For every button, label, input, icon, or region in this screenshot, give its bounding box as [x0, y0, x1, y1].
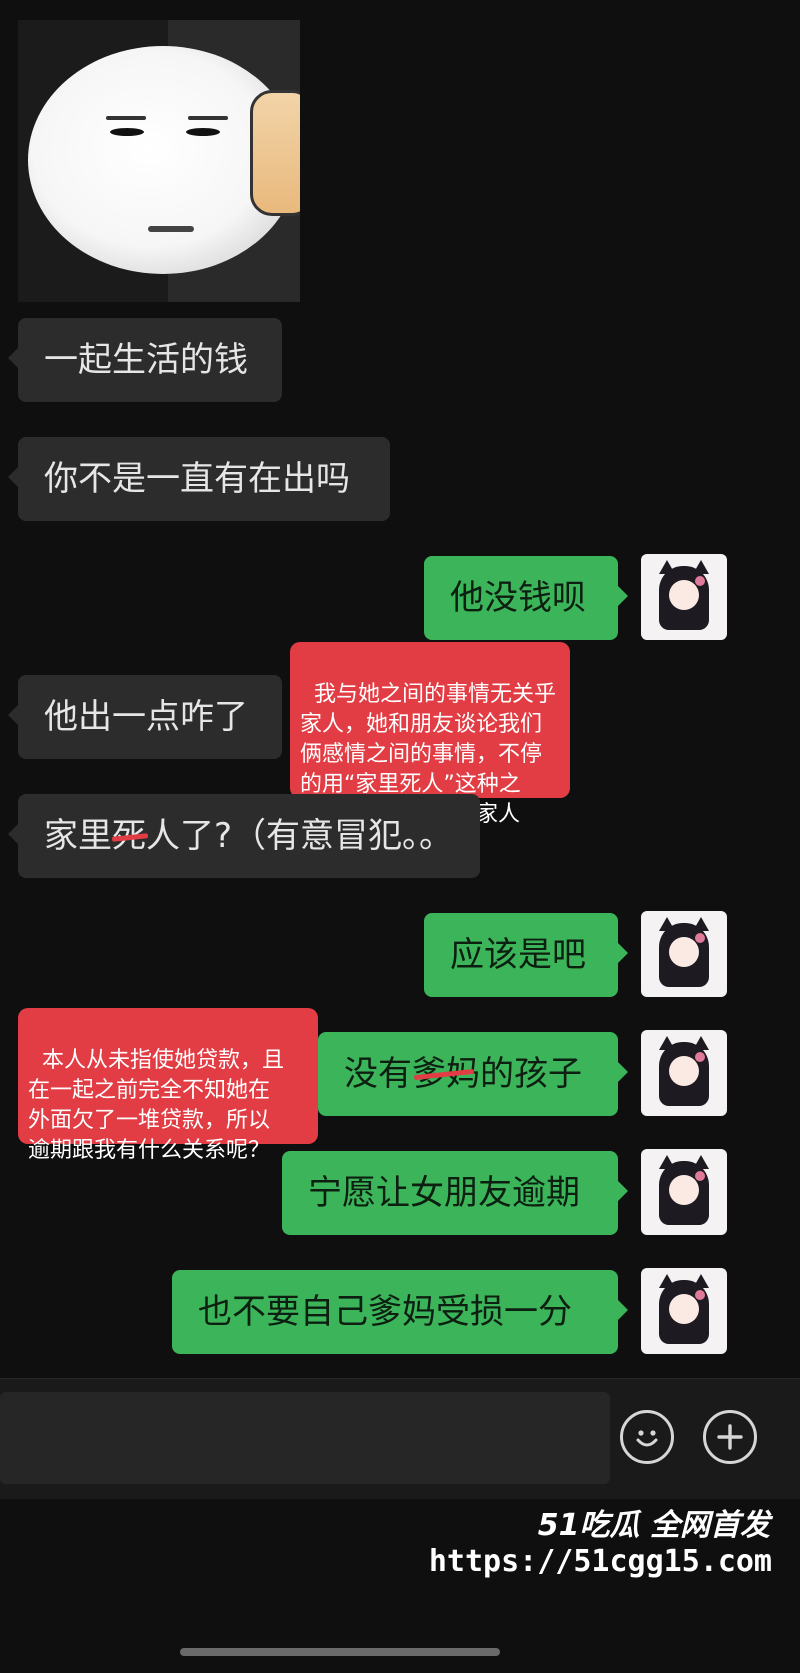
- user-avatar[interactable]: [641, 554, 727, 640]
- incoming-message[interactable]: 他出一点咋了: [8, 675, 282, 759]
- home-indicator: [180, 1648, 500, 1656]
- user-avatar[interactable]: [641, 1268, 727, 1354]
- watermark-url: https://51cgg15.com: [428, 1544, 772, 1579]
- sticker-hand: [250, 90, 300, 216]
- avatar-face: [669, 1056, 699, 1086]
- annotation-text: 本人从未指使她贷款，且 在一起之前完全不知她在 外面欠了一堆贷款，所以 逾期跟我…: [28, 1048, 285, 1163]
- message-text: 宁愿让女朋友逾期: [308, 1173, 580, 1213]
- avatar-face: [669, 1175, 699, 1205]
- user-avatar[interactable]: [641, 1149, 727, 1235]
- message-text: 也不要自己爹妈受损一分: [198, 1292, 572, 1332]
- avatar-bow: [695, 1290, 705, 1300]
- message-text: 一起生活的钱: [44, 340, 248, 380]
- smiley-face-icon: [636, 1430, 658, 1447]
- avatar-bow: [695, 933, 705, 943]
- incoming-message[interactable]: 你不是一直有在出吗: [8, 437, 390, 521]
- message-input[interactable]: [0, 1392, 610, 1484]
- add-button[interactable]: [703, 1410, 757, 1464]
- sticker-brow-right: [188, 116, 228, 120]
- message-text: 你不是一直有在出吗: [44, 459, 350, 499]
- incoming-message[interactable]: 一起生活的钱: [8, 318, 282, 402]
- message-text: 他出一点咋了: [44, 697, 248, 737]
- user-avatar[interactable]: [641, 911, 727, 997]
- user-avatar[interactable]: [641, 1030, 727, 1116]
- sticker-eye-left: [110, 128, 144, 136]
- incoming-message[interactable]: 家里死人了?（有意冒犯。。: [8, 794, 480, 878]
- message-text: 他没钱呗: [450, 578, 586, 618]
- annotation-note: 我与她之间的事情无关乎 家人，她和朋友谈论我们 俩感情之间的事情，不停 的用“家…: [290, 642, 570, 827]
- sticker-brow-left: [106, 116, 146, 120]
- sticker-eye-right: [186, 128, 220, 136]
- outgoing-message[interactable]: 也不要自己爹妈受损一分: [172, 1270, 628, 1354]
- plus-circle-icon: [717, 1424, 743, 1450]
- avatar-face: [669, 580, 699, 610]
- annotation-note: 本人从未指使她贷款，且 在一起之前完全不知她在 外面欠了一堆贷款，所以 逾期跟我…: [18, 1008, 318, 1163]
- outgoing-message[interactable]: 应该是吧: [424, 913, 628, 997]
- avatar-bow: [695, 1052, 705, 1062]
- sticker-mouth: [148, 226, 194, 232]
- meme-sticker-image[interactable]: [18, 20, 300, 302]
- avatar-bow: [695, 1171, 705, 1181]
- outgoing-message[interactable]: 宁愿让女朋友逾期: [282, 1151, 628, 1235]
- emoji-button[interactable]: [620, 1410, 674, 1464]
- message-text: 家里死人了?（有意冒犯。。: [44, 816, 454, 856]
- avatar-bow: [695, 576, 705, 586]
- avatar-face: [669, 937, 699, 967]
- watermark-brand: 51吃瓜 全网首发: [537, 1508, 770, 1543]
- outgoing-message[interactable]: 他没钱呗: [424, 556, 628, 640]
- avatar-face: [669, 1294, 699, 1324]
- message-text: 应该是吧: [450, 935, 586, 975]
